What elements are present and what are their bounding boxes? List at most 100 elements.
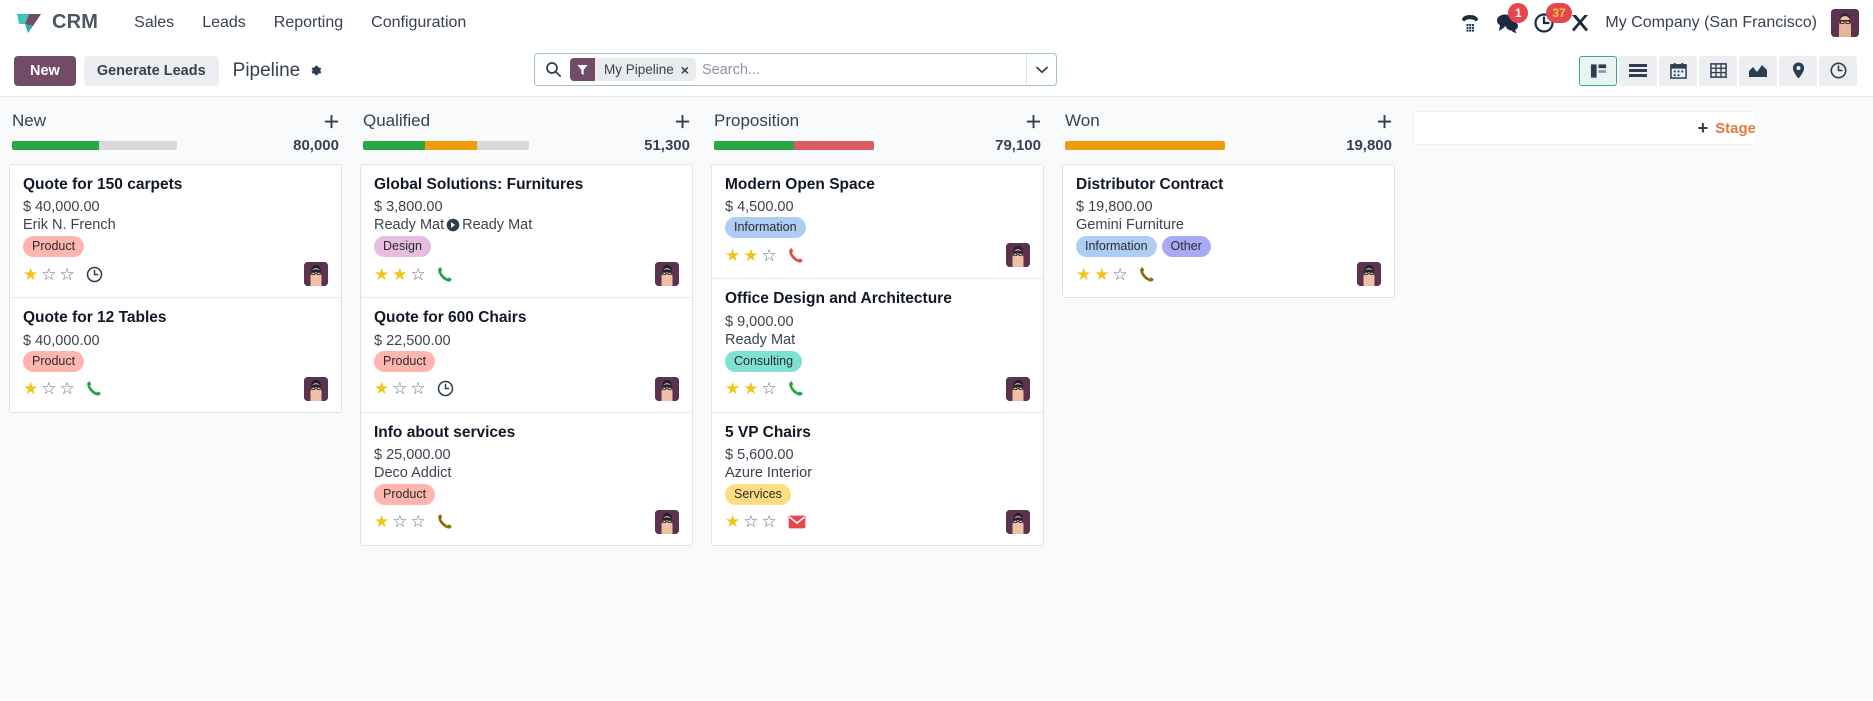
tag-badge[interactable]: Information [1076, 236, 1157, 258]
tag-badge[interactable]: Product [23, 350, 85, 372]
avatar[interactable] [655, 262, 679, 287]
kanban-card[interactable]: Distributor Contract $ 19,800.00 Gemini Fu… [1063, 165, 1394, 298]
avatar[interactable] [655, 509, 679, 534]
star-empty-icon[interactable]: ☆ [41, 380, 56, 397]
list-view-button[interactable] [1619, 55, 1657, 86]
tag-badge[interactable]: Product [374, 483, 436, 505]
star-empty-icon[interactable]: ☆ [392, 380, 407, 397]
avatar[interactable] [1006, 509, 1030, 534]
star-empty-icon[interactable]: ☆ [41, 266, 56, 283]
star-empty-icon[interactable]: ☆ [762, 247, 777, 264]
progressbar-segment[interactable] [1065, 141, 1225, 150]
tag-badge[interactable]: Services [725, 483, 791, 505]
activity-clock-icon[interactable]: 37 [1533, 2, 1572, 34]
graph-view-button[interactable] [1739, 55, 1777, 86]
add-record-icon[interactable] [1377, 114, 1392, 129]
clock-icon[interactable] [86, 266, 103, 283]
phone-icon[interactable] [788, 247, 804, 264]
menu-item-configuration[interactable]: Configuration [357, 8, 480, 38]
progressbar-segment[interactable] [12, 141, 99, 150]
star-filled-icon[interactable]: ★ [743, 247, 758, 264]
star-filled-icon[interactable]: ★ [23, 266, 38, 283]
menu-item-leads[interactable]: Leads [188, 8, 260, 38]
star-empty-icon[interactable]: ☆ [60, 266, 75, 283]
star-filled-icon[interactable]: ★ [743, 380, 758, 397]
tag-badge[interactable]: Consulting [725, 350, 803, 372]
star-empty-icon[interactable]: ☆ [762, 513, 777, 530]
tag-badge[interactable]: Design [374, 236, 431, 258]
map-view-button[interactable] [1779, 55, 1817, 86]
star-empty-icon[interactable]: ☆ [411, 513, 426, 530]
progressbar-segment[interactable] [714, 141, 794, 150]
star-filled-icon[interactable]: ★ [725, 247, 740, 264]
search-input[interactable] [701, 54, 1026, 85]
avatar[interactable] [655, 376, 679, 401]
search-bar[interactable]: My Pipeline × [534, 53, 1057, 86]
kanban-card[interactable]: 5 VP Chairs $ 5,600.00 Azure Interior Servi… [712, 412, 1043, 545]
star-empty-icon[interactable]: ☆ [743, 513, 758, 530]
add-record-icon[interactable] [324, 114, 339, 129]
star-filled-icon[interactable]: ★ [1094, 266, 1109, 283]
kanban-card[interactable]: Global Solutions: Furnitures $ 3,800.00 Re… [361, 165, 692, 299]
add-record-icon[interactable] [1026, 114, 1041, 129]
star-empty-icon[interactable]: ☆ [762, 380, 777, 397]
gear-icon[interactable] [308, 63, 323, 78]
kanban-card[interactable]: Quote for 12 Tables $ 40,000.00 Product ★ ☆ ☆ [10, 298, 341, 412]
progressbar-segment[interactable] [425, 141, 477, 150]
avatar[interactable] [1357, 262, 1381, 287]
kanban-progressbar[interactable] [714, 141, 874, 150]
star-filled-icon[interactable]: ★ [374, 513, 389, 530]
clock-icon[interactable] [437, 380, 454, 397]
search-facet-my-pipeline[interactable]: My Pipeline × [570, 58, 696, 81]
voip-phone-icon[interactable] [1459, 12, 1481, 34]
avatar[interactable] [304, 262, 328, 287]
generate-leads-button[interactable]: Generate Leads [83, 55, 219, 86]
new-button[interactable]: New [14, 55, 76, 86]
kanban-progressbar[interactable] [1065, 141, 1225, 150]
progressbar-segment[interactable] [99, 141, 177, 150]
pivot-view-button[interactable] [1699, 55, 1737, 86]
menu-item-reporting[interactable]: Reporting [260, 8, 357, 38]
avatar[interactable] [1831, 8, 1859, 37]
activity-view-button[interactable] [1819, 55, 1857, 86]
kanban-card[interactable]: Info about services $ 25,000.00 Deco Addic… [361, 412, 692, 545]
kanban-card[interactable]: Quote for 150 carpets $ 40,000.00 Erik N. … [10, 165, 341, 299]
star-filled-icon[interactable]: ★ [725, 380, 740, 397]
avatar[interactable] [1006, 243, 1030, 268]
messaging-chat-icon[interactable]: 1 [1495, 2, 1529, 34]
add-stage-button[interactable]: + Stage [1413, 111, 1755, 145]
phone-icon[interactable] [437, 513, 453, 530]
star-filled-icon[interactable]: ★ [23, 380, 38, 397]
close-icon[interactable]: × [680, 63, 696, 77]
phone-icon[interactable] [86, 380, 102, 397]
brand-home-link[interactable]: CRM [16, 11, 98, 34]
phone-icon[interactable] [437, 266, 453, 283]
progressbar-segment[interactable] [363, 141, 425, 150]
avatar[interactable] [304, 376, 328, 401]
star-empty-icon[interactable]: ☆ [411, 380, 426, 397]
chevron-down-icon[interactable] [1026, 54, 1056, 85]
star-empty-icon[interactable]: ☆ [60, 380, 75, 397]
star-filled-icon[interactable]: ★ [374, 266, 389, 283]
kanban-progressbar[interactable] [12, 141, 177, 150]
kanban-card[interactable]: Quote for 600 Chairs $ 22,500.00 Product ★ ☆… [361, 298, 692, 413]
progressbar-segment[interactable] [477, 141, 529, 150]
star-filled-icon[interactable]: ★ [392, 266, 407, 283]
email-icon[interactable] [788, 515, 806, 529]
kanban-card[interactable]: Office Design and Architecture $ 9,000.00… [712, 279, 1043, 413]
star-empty-icon[interactable]: ☆ [392, 513, 407, 530]
star-empty-icon[interactable]: ☆ [1113, 266, 1128, 283]
star-filled-icon[interactable]: ★ [1076, 266, 1091, 283]
menu-item-sales[interactable]: Sales [120, 8, 188, 38]
star-filled-icon[interactable]: ★ [374, 380, 389, 397]
avatar[interactable] [1006, 376, 1030, 401]
add-record-icon[interactable] [675, 114, 690, 129]
phone-icon[interactable] [1139, 266, 1155, 283]
phone-icon[interactable] [788, 380, 804, 397]
progressbar-segment[interactable] [794, 141, 874, 150]
star-filled-icon[interactable]: ★ [725, 513, 740, 530]
developer-tools-icon[interactable] [1569, 12, 1591, 34]
calendar-view-button[interactable] [1659, 55, 1697, 86]
tag-badge[interactable]: Other [1161, 236, 1211, 258]
kanban-card[interactable]: Modern Open Space $ 4,500.00 Information ★ ★… [712, 165, 1043, 280]
